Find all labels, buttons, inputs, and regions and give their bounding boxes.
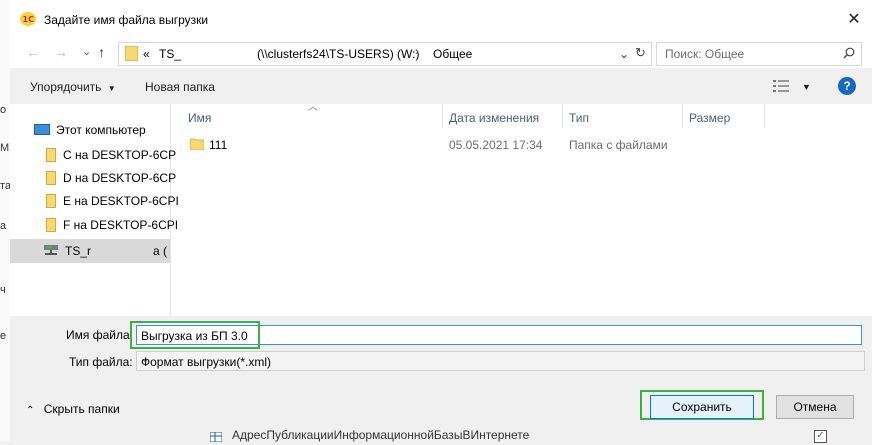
- hide-folders-button[interactable]: ⌃ Скрыть папки: [26, 402, 120, 416]
- address-row: ← → ⌄ ↑ « TS_ (\\clusterfs24\TS-USERS) (…: [10, 38, 872, 68]
- column-header-type[interactable]: Тип: [569, 111, 589, 125]
- background-text: а: [0, 220, 7, 232]
- filename-highlight: [130, 321, 260, 349]
- nav-item-drive-c[interactable]: C на DESKTOP-6CP: [10, 144, 176, 166]
- nav-item-drive-e[interactable]: E на DESKTOP-6CPI: [10, 190, 179, 212]
- filetype-label: Тип файла:: [69, 355, 133, 369]
- filename-label: Имя файла:: [66, 328, 133, 342]
- save-dialog: 1С Задайте имя файла выгрузки ✕ ← → ⌄ ↑ …: [10, 0, 872, 441]
- recent-locations-button[interactable]: ⌄: [82, 45, 91, 58]
- chevron-down-icon: ▼: [107, 84, 116, 93]
- drive-folder-icon: [46, 194, 56, 208]
- save-button[interactable]: Сохранить: [650, 395, 754, 419]
- help-icon: ?: [843, 79, 851, 93]
- title-bar: 1С Задайте имя файла выгрузки ✕: [10, 0, 872, 38]
- forward-button[interactable]: →: [54, 44, 68, 60]
- background-text: М: [0, 142, 10, 154]
- nav-item-label: F на DESKTOP-6CPI: [63, 218, 179, 232]
- column-divider[interactable]: [682, 104, 683, 128]
- breadcrumb-current[interactable]: Общее: [433, 47, 472, 61]
- breadcrumb-ts[interactable]: TS_: [159, 47, 181, 61]
- navigation-pane: Этот компьютер C на DESKTOP-6CP D на DES…: [10, 104, 179, 316]
- chevron-down-icon[interactable]: ⌄: [619, 47, 629, 61]
- search-input[interactable]: Поиск: Общее: [656, 42, 862, 66]
- back-button[interactable]: ←: [26, 44, 40, 60]
- breadcrumb-overflow[interactable]: «: [143, 47, 150, 61]
- background-attribute-name: АдресПубликацииИнформационнойБазыВИнтерн…: [232, 428, 530, 442]
- background-text: ч: [0, 284, 6, 296]
- address-bar[interactable]: « TS_ (\\clusterfs24\TS-USERS) (W:) › Об…: [118, 42, 652, 66]
- organize-label: Упорядочить: [30, 80, 102, 94]
- computer-icon: [34, 124, 50, 135]
- background-text: е: [0, 330, 7, 342]
- filetype-select[interactable]: Формат выгрузки(*.xml) ⌄: [136, 351, 865, 371]
- close-button[interactable]: ✕: [836, 4, 872, 34]
- search-placeholder: Поиск: Общее: [665, 47, 745, 61]
- background-text: о: [0, 104, 7, 116]
- new-folder-button[interactable]: Новая папка: [145, 80, 215, 94]
- breadcrumb-separator: ›: [415, 46, 419, 58]
- folder-icon: [190, 138, 204, 150]
- background-checkbox[interactable]: ✓: [814, 430, 827, 443]
- help-button[interactable]: ?: [838, 77, 856, 95]
- view-options-icon[interactable]: [773, 80, 789, 92]
- nav-item-label: C на DESKTOP-6CP: [63, 148, 177, 162]
- column-header-name[interactable]: Имя: [188, 111, 211, 125]
- svg-text:1С: 1С: [23, 15, 35, 24]
- file-type: Папка с файлами: [569, 138, 668, 152]
- nav-item-drive-d[interactable]: D на DESKTOP-6CP: [10, 167, 176, 189]
- nav-item-label: Этот компьютер: [56, 123, 146, 137]
- drive-folder-icon: [46, 171, 56, 185]
- chevron-down-icon: ⌄: [141, 354, 150, 365]
- column-header-size[interactable]: Размер: [689, 111, 730, 125]
- nav-item-label: D на DESKTOP-6CP: [63, 171, 177, 185]
- nav-item-label-suffix: а (: [153, 244, 168, 258]
- breadcrumb-drive[interactable]: (\\clusterfs24\TS-USERS) (W:): [257, 47, 419, 61]
- folder-icon: [125, 46, 138, 61]
- drive-folder-icon: [46, 218, 56, 232]
- network-drive-icon: [44, 245, 58, 255]
- column-divider[interactable]: [442, 104, 443, 128]
- drive-folder-icon: [46, 148, 56, 162]
- file-name: 111: [209, 138, 228, 152]
- organize-button[interactable]: Упорядочить ▼: [30, 80, 116, 94]
- nav-item-this-pc[interactable]: Этот компьютер: [10, 119, 170, 141]
- search-icon: [843, 47, 855, 59]
- up-button[interactable]: ↑: [98, 44, 105, 60]
- sort-ascending-icon: ︿: [308, 102, 318, 113]
- 1c-app-icon: 1С: [20, 12, 36, 26]
- table-icon: [209, 431, 224, 443]
- close-icon: ✕: [847, 11, 861, 28]
- file-modified: 05.05.2021 17:34: [449, 138, 543, 152]
- nav-item-label: E на DESKTOP-6CPI: [63, 194, 179, 208]
- hide-folders-label: Скрыть папки: [43, 402, 120, 416]
- nav-item-label: TS_r: [65, 244, 92, 258]
- column-header-modified[interactable]: Дата изменения: [449, 111, 539, 125]
- window-title: Задайте имя файла выгрузки: [44, 13, 209, 27]
- cancel-button[interactable]: Отмена: [776, 395, 854, 419]
- column-divider[interactable]: [764, 104, 765, 128]
- column-divider[interactable]: [562, 104, 563, 128]
- file-form: Имя файла: Выгрузка из БП 3.0 Тип файла:…: [10, 316, 872, 376]
- nav-item-drive-f[interactable]: F на DESKTOP-6CPI: [10, 214, 178, 236]
- file-list: ︿ Имя Дата изменения Тип Размер 111 05.0…: [170, 102, 872, 316]
- chevron-up-icon: ⌃: [26, 405, 35, 416]
- nav-item-network-drive[interactable]: TS_r а (: [10, 239, 170, 263]
- view-dropdown-arrow[interactable]: ▼: [802, 82, 811, 92]
- refresh-icon[interactable]: ↻: [635, 45, 646, 61]
- browser-content: Этот компьютер C на DESKTOP-6CP D на DES…: [10, 102, 872, 316]
- command-toolbar: Упорядочить ▼ Новая папка ▼ ?: [10, 68, 872, 104]
